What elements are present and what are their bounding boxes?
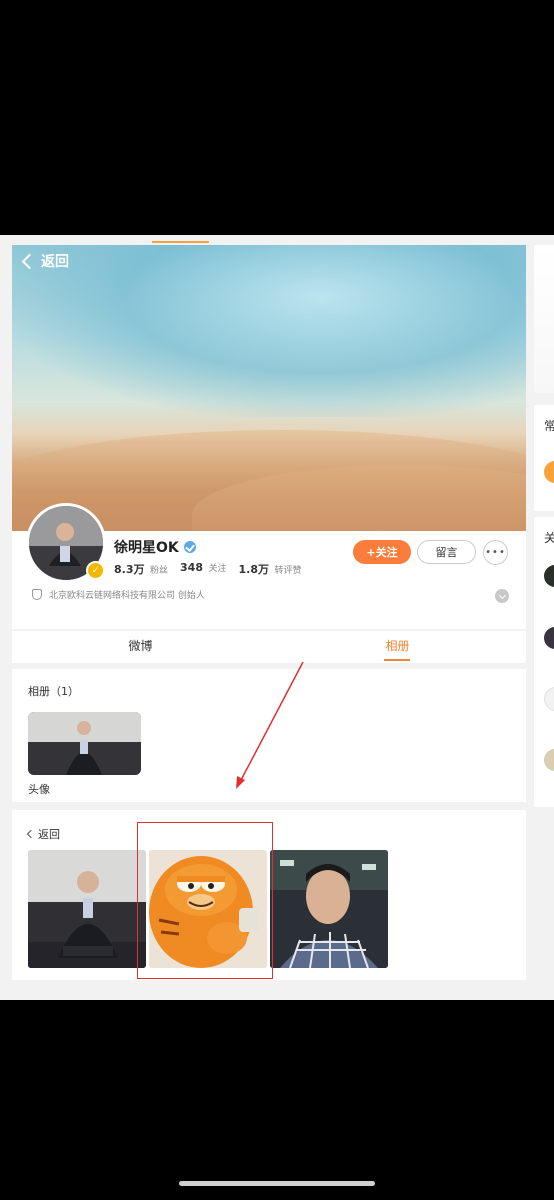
- highlight-box: [137, 822, 273, 979]
- home-indicator[interactable]: [179, 1181, 375, 1186]
- annotation-arrow: [236, 661, 304, 789]
